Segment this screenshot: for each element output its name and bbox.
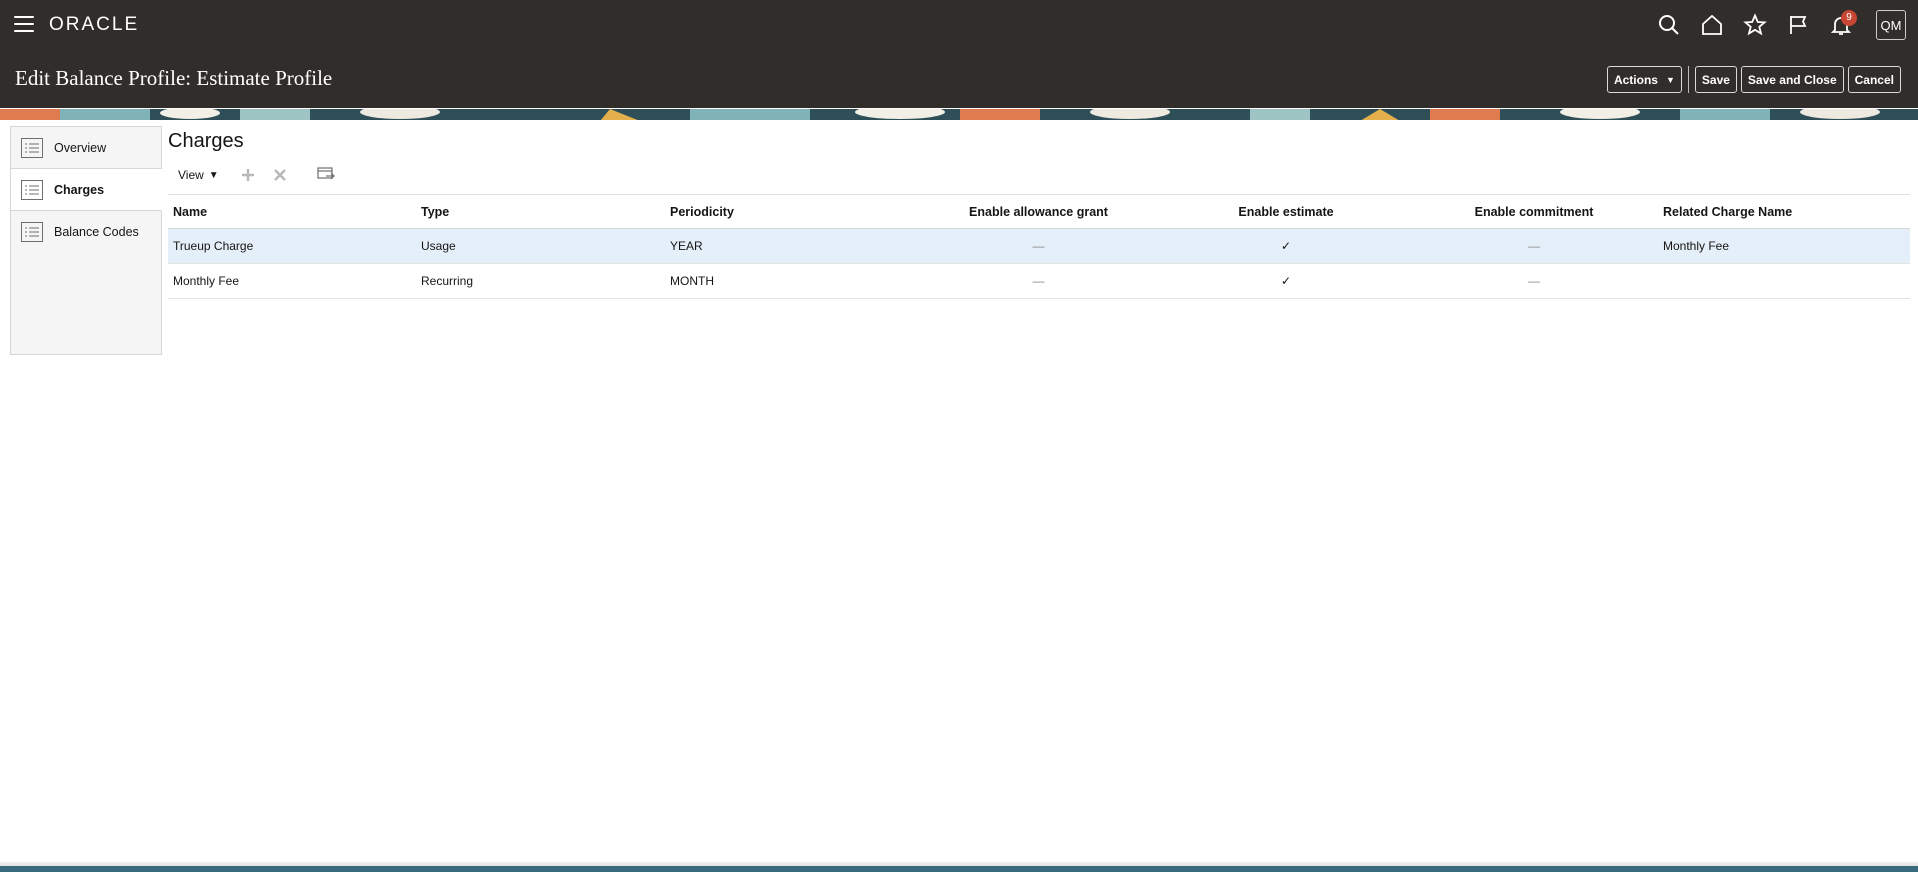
cell-periodicity: MONTH — [665, 263, 915, 299]
oracle-logo: ORACLE — [49, 14, 140, 35]
nav-item-label: Overview — [54, 140, 107, 155]
cell-allowance-grant: — — [915, 228, 1162, 264]
actions-menu-button[interactable]: Actions ▼ — [1606, 66, 1682, 93]
notification-badge: 9 — [1841, 10, 1857, 26]
add-icon[interactable] — [235, 162, 261, 188]
nav-item-overview[interactable]: Overview — [11, 127, 161, 169]
column-header-enable-estimate[interactable]: Enable estimate — [1162, 194, 1410, 229]
charges-panel: Charges View ▼ Name Type Periodicity Ena… — [168, 126, 1910, 299]
cell-enable-estimate: ✓ — [1162, 228, 1410, 264]
cell-name: Monthly Fee — [168, 263, 416, 299]
column-header-related-charge-name[interactable]: Related Charge Name — [1658, 194, 1910, 229]
bottom-border — [0, 866, 1918, 872]
cancel-button[interactable]: Cancel — [1847, 66, 1901, 93]
toolbar-separator — [1687, 66, 1689, 93]
left-navigator: Overview Charges Balance Codes — [10, 126, 162, 355]
dash-icon: — — [1032, 274, 1045, 288]
decorative-banner — [0, 108, 1918, 120]
caret-down-icon: ▼ — [1665, 74, 1675, 85]
flag-icon[interactable] — [1776, 8, 1819, 42]
column-header-enable-allowance-grant[interactable]: Enable allowance grant — [915, 194, 1162, 229]
user-avatar[interactable]: QM — [1876, 10, 1906, 40]
save-and-close-button[interactable]: Save and Close — [1740, 66, 1844, 93]
column-header-type[interactable]: Type — [416, 194, 665, 229]
cell-type: Usage — [416, 228, 665, 264]
column-header-periodicity[interactable]: Periodicity — [665, 194, 915, 229]
cell-periodicity: YEAR — [665, 228, 915, 264]
nav-item-label: Charges — [54, 182, 105, 197]
cell-allowance-grant: — — [915, 263, 1162, 299]
cell-related-charge-name — [1658, 263, 1910, 299]
star-icon[interactable] — [1733, 8, 1776, 42]
cell-related-charge-name: Monthly Fee — [1658, 228, 1910, 264]
header-actions: Actions ▼ Save Save and Close Cancel — [1603, 66, 1901, 93]
page-title: Edit Balance Profile: Estimate Profile — [15, 66, 333, 90]
nav-item-charges[interactable]: Charges — [11, 169, 162, 211]
hamburger-icon[interactable] — [14, 16, 34, 34]
delete-icon[interactable] — [267, 162, 293, 188]
charges-table: Name Type Periodicity Enable allowance g… — [168, 194, 1910, 299]
list-icon — [21, 179, 43, 200]
detach-icon[interactable] — [313, 162, 339, 188]
cell-enable-commitment: — — [1410, 228, 1658, 264]
table-header-row: Name Type Periodicity Enable allowance g… — [168, 194, 1910, 229]
actions-label: Actions — [1613, 72, 1658, 87]
table-row[interactable]: Monthly Fee Recurring MONTH — ✓ — — [168, 263, 1910, 299]
checkmark-icon: ✓ — [1280, 239, 1292, 253]
cell-name: Trueup Charge — [168, 228, 416, 264]
nav-item-balance-codes[interactable]: Balance Codes — [11, 211, 161, 253]
dash-icon: — — [1032, 239, 1045, 253]
home-icon[interactable] — [1690, 8, 1733, 42]
nav-item-label: Balance Codes — [54, 225, 139, 239]
list-icon — [21, 137, 43, 158]
list-icon — [21, 222, 43, 242]
cell-enable-commitment: — — [1410, 263, 1658, 299]
checkmark-icon: ✓ — [1280, 274, 1292, 288]
dash-icon: — — [1528, 239, 1540, 253]
view-menu[interactable]: View ▼ — [168, 168, 229, 182]
global-header: ORACLE 9 QM Edit Balance Profile: Estima… — [0, 0, 1918, 108]
table-row[interactable]: Trueup Charge Usage YEAR — ✓ — Monthly F… — [168, 228, 1910, 264]
caret-down-icon: ▼ — [208, 169, 219, 181]
bell-icon[interactable]: 9 — [1819, 8, 1862, 42]
cell-type: Recurring — [416, 263, 665, 299]
column-header-enable-commitment[interactable]: Enable commitment — [1410, 194, 1658, 229]
view-menu-label: View — [178, 168, 204, 182]
section-title: Charges — [168, 130, 244, 152]
cell-enable-estimate: ✓ — [1162, 263, 1410, 299]
column-header-name[interactable]: Name — [168, 194, 416, 229]
global-icons: 9 QM — [1647, 8, 1918, 42]
search-icon[interactable] — [1647, 8, 1690, 42]
save-button[interactable]: Save — [1694, 66, 1737, 93]
dash-icon: — — [1528, 274, 1540, 288]
table-toolbar: View ▼ — [168, 158, 1910, 192]
